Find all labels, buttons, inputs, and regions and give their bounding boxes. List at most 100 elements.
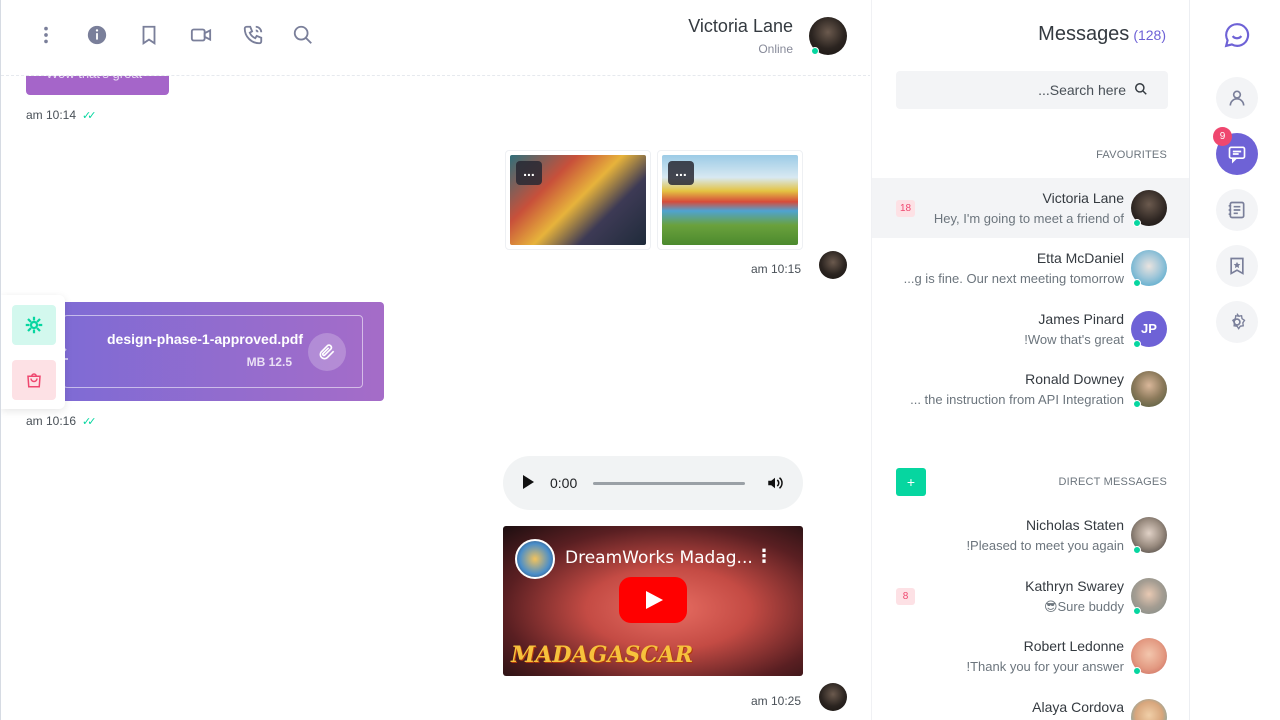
read-check-icon: ✓✓ [82, 110, 97, 122]
last-message: ...g is fine. Our next meeting tomorrow [903, 271, 1124, 286]
unread-badge: 8 [896, 588, 915, 605]
last-message: !Pleased to meet you again [966, 538, 1124, 553]
contact-status: Online [758, 42, 793, 56]
video-logo-text: MADAGASCAR [511, 642, 694, 668]
bookmark-icon[interactable] [138, 24, 162, 48]
messages-count: (128) [1133, 27, 1166, 43]
contacts-nav-button[interactable] [1216, 189, 1258, 231]
video-call-icon[interactable] [190, 24, 214, 48]
bookmarks-nav-button[interactable] [1216, 245, 1258, 287]
contact-name: James Pinard [1038, 311, 1124, 327]
add-direct-message-button[interactable]: + [896, 468, 926, 496]
image-attachment[interactable]: ... [505, 150, 651, 250]
last-message: Hey, I'm going to meet a friend of [933, 211, 1124, 226]
video-title[interactable]: DreamWorks Madag... [565, 548, 753, 568]
chats-icon [1228, 146, 1246, 164]
chat-list-item[interactable]: Nicholas Staten !Pleased to meet you aga… [872, 505, 1189, 565]
message-time: am 10:16 ✓✓ [26, 414, 97, 428]
avatar [1131, 190, 1167, 227]
navigation-rail: 9 [1189, 0, 1280, 720]
avatar [1131, 578, 1167, 615]
more-vert-icon[interactable]: ⋮ [755, 546, 773, 567]
contact-name: Alaya Cordova [1032, 699, 1124, 715]
chat-list-item[interactable]: Robert Ledonne !Thank you for your answe… [872, 626, 1189, 686]
contacts-icon [1228, 201, 1245, 219]
audio-progress-bar[interactable] [593, 482, 745, 485]
youtube-play-button[interactable] [619, 577, 687, 623]
direct-messages-label: DIRECT MESSAGES [1058, 476, 1167, 488]
chat-list-item[interactable]: Alaya Cordova [872, 687, 1189, 720]
messages-title: Messages (128) [1038, 23, 1166, 45]
user-icon [1229, 90, 1245, 106]
online-indicator [1133, 279, 1141, 287]
volume-icon[interactable] [766, 474, 786, 492]
avatar [1131, 699, 1167, 720]
file-message: design-phase-1-approved.pdf MB 12.5 [23, 302, 397, 710]
avatar-initials: JP [1131, 311, 1167, 348]
chat-list-item[interactable]: Etta McDaniel ...g is fine. Our next mee… [872, 238, 1189, 298]
reaction-emoji[interactable] [367, 696, 397, 710]
conversation-panel: Victoria Lane Online Wow that's great am… [0, 0, 870, 720]
image-attachment[interactable]: ... [657, 150, 803, 250]
search-input[interactable] [896, 71, 1126, 109]
last-message: !Thank you for your answer [966, 659, 1124, 674]
shopping-bag-icon [27, 373, 41, 388]
image-more-button[interactable]: ... [516, 161, 542, 185]
avatar [1131, 517, 1167, 554]
last-message: ... the instruction from API Integration [910, 392, 1124, 407]
floating-toolbar [1, 295, 65, 409]
chat-list-item[interactable]: 8 Kathryn Swarey 😎Sure buddy [872, 566, 1189, 626]
image-more-button[interactable]: ... [668, 161, 694, 185]
info-icon[interactable] [86, 24, 110, 48]
attachment-clip-icon[interactable] [308, 333, 346, 371]
online-indicator [1133, 340, 1141, 348]
message-time: am 10:15 [751, 262, 802, 276]
gear-icon [25, 316, 43, 334]
sender-avatar [819, 251, 847, 279]
audio-time: 0:00 [550, 475, 578, 491]
settings-nav-button[interactable] [1216, 301, 1258, 343]
contact-name: Nicholas Staten [1025, 517, 1124, 533]
online-indicator [1133, 219, 1141, 227]
file-card: design-phase-1-approved.pdf MB 12.5 [54, 315, 363, 388]
online-indicator [811, 47, 819, 55]
search-icon[interactable] [292, 24, 316, 48]
chat-list-item[interactable]: 18 Victoria Lane Hey, I'm going to meet … [872, 178, 1189, 238]
messages-sidebar: Messages(128) FAVOURITES 18 Victoria Lan… [871, 0, 1189, 720]
chats-nav-button[interactable]: 9 [1213, 127, 1258, 175]
last-message: !Wow that's great [1024, 332, 1124, 347]
audio-player[interactable]: 0:00 [503, 456, 803, 510]
search-icon[interactable] [1134, 82, 1150, 98]
chat-list-item[interactable]: Ronald Downey ... the instruction from A… [872, 359, 1189, 419]
last-message: 😎Sure buddy [1043, 599, 1124, 614]
phone-call-icon[interactable] [242, 24, 266, 48]
notification-badge: 9 [1213, 127, 1232, 146]
cart-tool-button[interactable] [12, 360, 56, 400]
favourites-label: FAVOURITES [1096, 149, 1167, 161]
contact-name: Ronald Downey [1025, 371, 1124, 387]
chat-list-item[interactable]: James Pinard !Wow that's great JP [872, 299, 1189, 359]
message-time: am 10:25 [751, 694, 802, 708]
channel-avatar[interactable] [515, 539, 555, 579]
online-indicator [1133, 546, 1141, 554]
contact-avatar[interactable] [809, 17, 847, 55]
video-embed[interactable]: DreamWorks Madag... ⋮ MADAGASCAR [503, 526, 803, 676]
avatar [1131, 250, 1167, 287]
play-icon[interactable] [523, 475, 534, 489]
read-check-icon: ✓✓ [82, 416, 97, 428]
search-box [896, 71, 1168, 109]
more-vert-icon[interactable] [35, 24, 59, 48]
message-time: am 10:14 ✓✓ [26, 108, 97, 122]
file-name[interactable]: design-phase-1-approved.pdf [107, 331, 303, 347]
chat-header: Victoria Lane Online [1, 0, 870, 76]
logo-chat-icon[interactable] [1224, 22, 1250, 53]
contact-name: Victoria Lane [688, 16, 793, 36]
online-indicator [1133, 667, 1141, 675]
avatar [1131, 638, 1167, 675]
contact-name: Etta McDaniel [1036, 250, 1124, 266]
online-indicator [1133, 607, 1141, 615]
settings-tool-button[interactable] [12, 305, 56, 345]
contact-name: Kathryn Swarey [1025, 578, 1124, 594]
profile-nav-button[interactable] [1216, 77, 1258, 119]
file-size: MB 12.5 [246, 355, 292, 369]
